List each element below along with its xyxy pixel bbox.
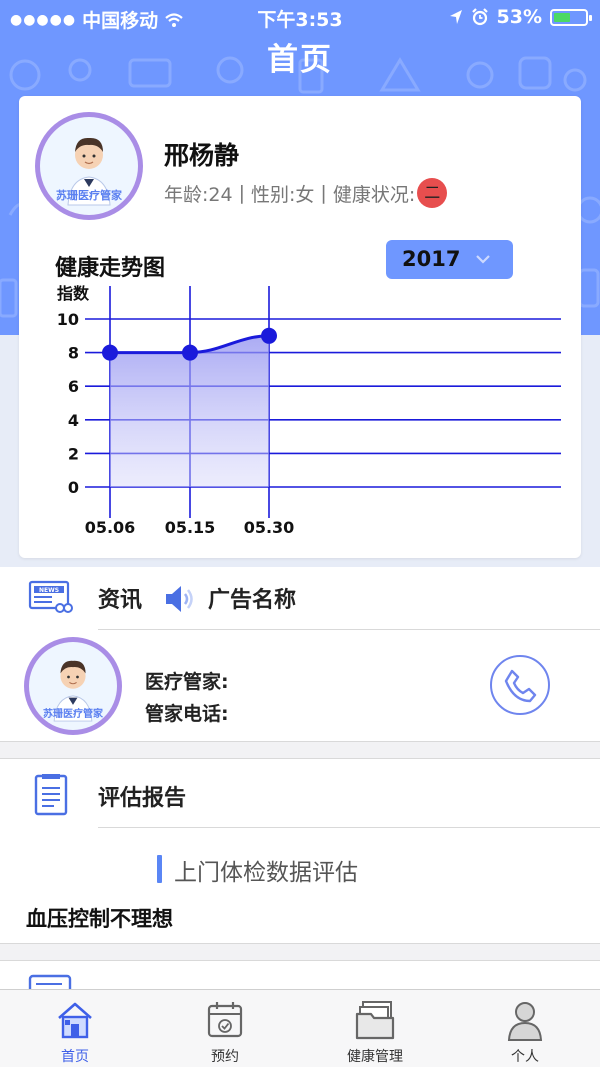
news-icon: NEWS xyxy=(28,580,73,613)
manager-section: 苏珊医疗管家 医疗管家: 管家电话: xyxy=(0,631,600,741)
y-tick-label: 6 xyxy=(68,377,79,396)
data-point xyxy=(182,344,198,361)
home-icon xyxy=(58,1002,92,1039)
tab-label: 首页 xyxy=(61,1049,89,1065)
phone-icon xyxy=(504,669,537,703)
tab-label: 个人 xyxy=(511,1049,539,1065)
report-subtitle: 上门体检数据评估 xyxy=(157,853,358,887)
butler-label: 医疗管家: xyxy=(145,671,229,693)
battery-percent: 53% xyxy=(496,6,542,28)
folder-icon xyxy=(355,1001,395,1040)
y-axis-label: 指数 xyxy=(57,284,90,303)
x-tick-label: 05.30 xyxy=(244,518,295,537)
news-section[interactable]: NEWS 资讯 广告名称 xyxy=(0,566,600,630)
alarm-icon xyxy=(471,8,488,26)
calendar-icon xyxy=(207,1002,243,1038)
section-gap xyxy=(0,944,600,960)
section-gap xyxy=(0,742,600,758)
evaluation-result: 血压控制不理想 xyxy=(26,907,173,931)
tab-health-management[interactable]: 健康管理 xyxy=(300,990,450,1067)
divider xyxy=(98,629,600,630)
battery-icon xyxy=(550,8,592,26)
health-management-section[interactable] xyxy=(0,960,600,990)
divider xyxy=(98,827,600,828)
status-bar: ●●●●● 中国移动 下午3:53 53% xyxy=(0,0,600,34)
butler-phone-label: 管家电话: xyxy=(145,703,229,725)
manager-avatar[interactable]: 苏珊医疗管家 xyxy=(24,637,122,735)
person-icon xyxy=(507,1002,543,1041)
tab-home[interactable]: 首页 xyxy=(0,990,150,1067)
trend-chart: 指数 10 8 6 4 2 0 05.06 05.15 05.30 xyxy=(57,284,561,537)
y-tick-label: 2 xyxy=(68,444,79,463)
data-point xyxy=(261,327,277,344)
ad-name[interactable]: 广告名称 xyxy=(208,582,296,614)
y-tick-label: 4 xyxy=(68,411,79,430)
tab-label: 健康管理 xyxy=(347,1049,403,1065)
data-point xyxy=(102,344,118,361)
avatar-brand-text: 苏珊医疗管家 xyxy=(43,709,103,720)
tab-profile[interactable]: 个人 xyxy=(450,990,600,1067)
tab-label: 预约 xyxy=(211,1049,239,1065)
x-tick-label: 05.15 xyxy=(165,518,216,537)
y-tick-label: 8 xyxy=(68,344,79,363)
report-icon xyxy=(34,774,68,816)
page-title: 首页 xyxy=(267,42,333,78)
health-plan-icon xyxy=(28,974,72,990)
x-tick-label: 05.06 xyxy=(85,518,136,537)
tab-appointment[interactable]: 预约 xyxy=(150,990,300,1067)
report-label: 评估报告 xyxy=(98,786,187,811)
tab-bar: 首页 预约 健康管理 个人 xyxy=(0,989,600,1067)
speaker-icon xyxy=(166,586,193,612)
news-label: 资讯 xyxy=(98,588,143,613)
svg-text:NEWS: NEWS xyxy=(39,587,59,594)
divider xyxy=(0,758,600,759)
y-tick-label: 10 xyxy=(57,310,79,329)
y-tick-label: 0 xyxy=(68,478,79,497)
location-icon xyxy=(449,10,462,24)
profile-card: 苏珊医疗管家 邢杨静 年龄:24 | 性别:女 | 健康状况: 二 健康走势图 … xyxy=(19,96,581,558)
call-button[interactable] xyxy=(490,655,550,715)
